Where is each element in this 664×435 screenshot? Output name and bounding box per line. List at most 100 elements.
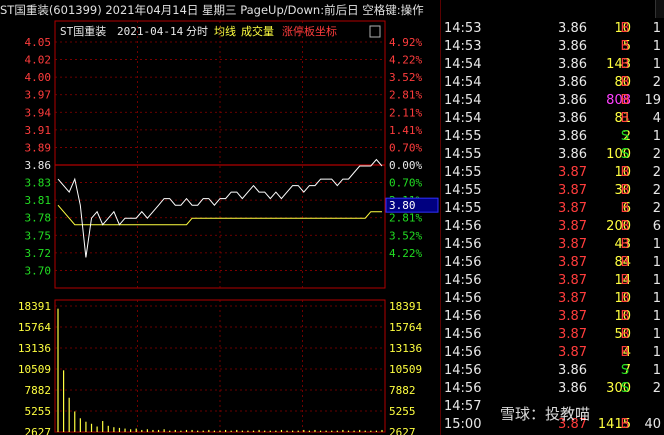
tick-time: 14:53 [444,21,482,36]
tick-time: 14:56 [444,327,482,342]
price-axis-label: 3.97 [25,89,52,102]
tick-count: 4 [652,111,661,126]
tick-time: 14:54 [444,93,482,108]
price-axis-label: 3.72 [25,247,52,260]
tick-side: B [620,183,630,198]
percent-axis-label: 0.00% [389,159,422,172]
tick-row: 14:53 3.86 10 B 1 [441,20,664,38]
tick-count: 1 [652,39,661,54]
price-axis-label: 3.94 [25,106,52,119]
tick-row: 14:56 3.87 4 B 1 [441,344,664,362]
volume-axis-label-right: 7882 [389,384,416,397]
percent-axis-label: 0.70% [389,141,422,154]
tick-side: B [620,21,630,36]
volume-axis-label-right: 13136 [389,342,422,355]
tick-side: B [620,345,630,360]
tick-count: 1 [652,309,661,324]
volume-axis-label-right: 18391 [389,300,422,313]
tick-count: 1 [652,273,661,288]
tick-count: 19 [644,93,661,108]
tick-detail-list[interactable]: 14:53 3.86 10 B 1 14:53 3.86 5 B 1 14:54 3.86 143 B 1 1… [441,18,664,435]
volume-axis-label: 13136 [18,342,51,355]
percent-axis-label: 3.52% [389,229,422,242]
tick-side: B [620,111,630,126]
tick-time: 14:56 [444,381,482,396]
tick-time: 14:56 [444,309,482,324]
current-price-label: 3.80 [389,199,416,212]
scrollbar[interactable] [655,0,664,18]
tick-side: S [620,363,630,378]
tick-row: 14:55 3.87 6 B 2 [441,200,664,218]
tick-row: 14:56 3.87 50 B 1 [441,326,664,344]
price-axis-label: 3.86 [25,159,52,172]
tick-row: 14:56 3.87 43 B 1 [441,236,664,254]
tick-side: B [620,309,630,324]
tick-time: 14:54 [444,57,482,72]
tick-count: 2 [652,201,661,216]
tick-side: B [620,165,630,180]
tick-side: B [620,237,630,252]
tick-time: 14:55 [444,129,482,144]
tick-side: B [620,219,630,234]
tick-time: 14:54 [444,75,482,90]
tick-count: 1 [652,363,661,378]
tick-row: 14:54 3.86 808 B 19 [441,92,664,110]
tick-time: 14:56 [444,291,482,306]
tick-row: 14:56 3.87 10 B 1 [441,290,664,308]
chart-legend-name: ST国重装 [60,24,106,38]
tick-count: 6 [652,219,661,234]
tick-count: 1 [652,21,661,36]
tick-time: 14:56 [444,345,482,360]
tick-count: 2 [652,381,661,396]
volume-axis-label: 7882 [25,384,52,397]
volume-axis-label-right: 2627 [389,426,416,435]
tick-side: S [620,381,630,396]
tick-side: B [620,255,630,270]
tick-count: 40 [644,417,661,432]
tick-count: 1 [652,237,661,252]
tick-count: 1 [652,291,661,306]
tick-row: 14:55 3.87 10 B 2 [441,164,664,182]
price-axis-label: 3.78 [25,212,52,225]
tick-time: 14:55 [444,183,482,198]
volume-axis-label-right: 15764 [389,321,422,334]
price-axis-label: 3.91 [25,124,52,137]
watermark-text: 雪球：投教喵 [500,405,591,423]
tick-side: B [620,39,630,54]
tick-time: 14:57 [444,399,482,414]
price-axis-label: 3.75 [25,229,52,242]
tick-time: 14:54 [444,111,482,126]
tick-side: B [620,201,630,216]
percent-axis-label: 2.81% [389,212,422,225]
tick-time: 14:56 [444,255,482,270]
tick-side: B [620,291,630,306]
tick-count: 1 [652,327,661,342]
volume-axis-label: 2627 [25,426,52,435]
tick-side: B [620,273,630,288]
tick-time: 14:55 [444,201,482,216]
watermark: 雪球：投教喵 [500,403,590,424]
percent-axis-label: 2.81% [389,89,422,102]
tick-time: 14:55 [444,165,482,180]
tick-row: 14:56 3.87 14 B 1 [441,272,664,290]
intraday-chart[interactable]: ST国重装 2021-04-14 分时 均线 成交量 涨停板坐标 4.05 4.02 4.00 3… [0,0,440,435]
tick-row: 14:55 3.86 100 S 2 [441,146,664,164]
chart-legend-mode: 分时 [186,25,208,38]
tick-row: 14:56 3.86 7 S 1 [441,362,664,380]
tick-side: B [620,327,630,342]
volume-axis-label: 10509 [18,363,51,376]
tick-side: B [620,57,630,72]
tick-count: 2 [652,165,661,180]
tick-row: 14:56 3.86 300 S 2 [441,380,664,398]
tick-row: 14:53 3.86 5 B 1 [441,38,664,56]
percent-axis-label: 4.22% [389,247,422,260]
tick-row: 14:56 3.87 200 B 6 [441,218,664,236]
tick-time: 14:56 [444,219,482,234]
percent-axis-label: 4.22% [389,54,422,67]
intraday-chart-panel[interactable]: ST国重装(601399) 2021年04月14日 星期三 PageUp/Dow… [0,0,440,435]
price-axis-label: 3.89 [25,141,52,154]
price-axis-label: 4.05 [25,36,52,49]
tick-time: 14:56 [444,363,482,378]
tick-count: 2 [652,75,661,90]
tick-time: 14:53 [444,39,482,54]
